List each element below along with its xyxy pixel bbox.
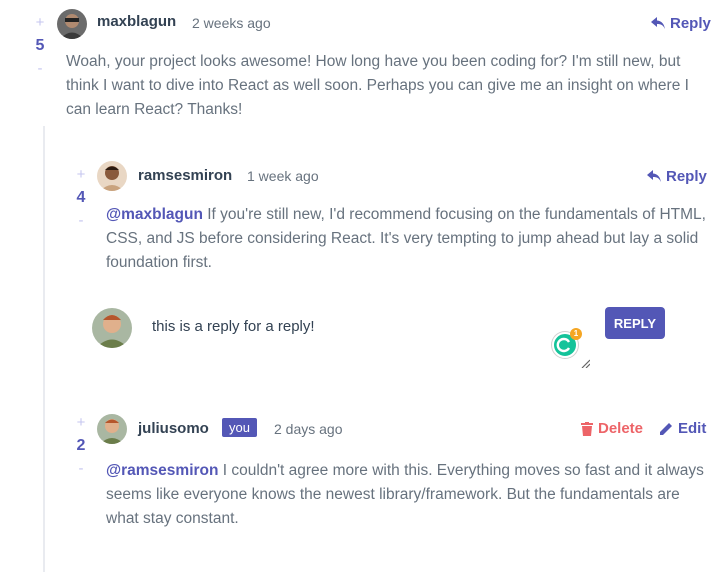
reply-button[interactable]: Reply: [651, 15, 711, 32]
upvote-button[interactable]: +: [69, 166, 93, 184]
vote-control: + 4 -: [69, 166, 93, 230]
reply-button[interactable]: Reply: [647, 168, 707, 185]
grammarly-icon[interactable]: 1: [552, 328, 582, 358]
pencil-icon: [660, 423, 672, 435]
downvote-button[interactable]: -: [69, 212, 93, 230]
timestamp: 2 days ago: [274, 421, 343, 437]
edit-button[interactable]: Edit: [660, 420, 706, 437]
comment-text: @maxblagun If you're still new, I'd reco…: [106, 203, 706, 275]
reply-label: Reply: [666, 168, 707, 185]
username[interactable]: juliusomo: [138, 420, 209, 437]
reply-form: this is a reply for a reply! 1 REPLY: [90, 300, 710, 380]
score: 2: [76, 437, 86, 454]
timestamp: 1 week ago: [247, 168, 319, 184]
avatar: [57, 9, 87, 39]
comment-text: Woah, your project looks awesome! How lo…: [66, 53, 689, 118]
username[interactable]: ramsesmiron: [138, 167, 232, 184]
avatar: [97, 414, 127, 444]
downvote-button[interactable]: -: [28, 60, 52, 78]
upvote-button[interactable]: +: [28, 14, 52, 32]
vote-control: + 2 -: [69, 414, 93, 478]
avatar: [97, 161, 127, 191]
vote-control: + 5 -: [28, 14, 52, 78]
reply-icon: [647, 170, 661, 182]
mention[interactable]: @maxblagun: [106, 206, 203, 223]
grammarly-badge: 1: [570, 328, 582, 340]
upvote-button[interactable]: +: [69, 414, 93, 432]
you-badge: you: [222, 418, 257, 437]
downvote-button[interactable]: -: [69, 460, 93, 478]
current-user-avatar: [92, 308, 132, 348]
reply-label: Reply: [670, 15, 711, 32]
delete-label: Delete: [598, 420, 644, 437]
mention[interactable]: @ramsesmiron: [106, 462, 218, 479]
reply-input[interactable]: this is a reply for a reply!: [152, 318, 315, 335]
edit-label: Edit: [678, 420, 707, 437]
trash-icon: [581, 421, 593, 436]
reply-icon: [651, 17, 665, 29]
timestamp: 2 weeks ago: [192, 15, 271, 31]
thread-line: [43, 126, 45, 572]
resize-handle-icon[interactable]: [580, 358, 590, 368]
delete-button[interactable]: Delete: [581, 420, 643, 437]
score: 4: [76, 189, 86, 206]
username[interactable]: maxblagun: [97, 13, 176, 30]
reply-submit-button[interactable]: REPLY: [605, 307, 665, 339]
score: 5: [35, 37, 45, 54]
comment-text: @ramsesmiron I couldn't agree more with …: [106, 459, 706, 531]
